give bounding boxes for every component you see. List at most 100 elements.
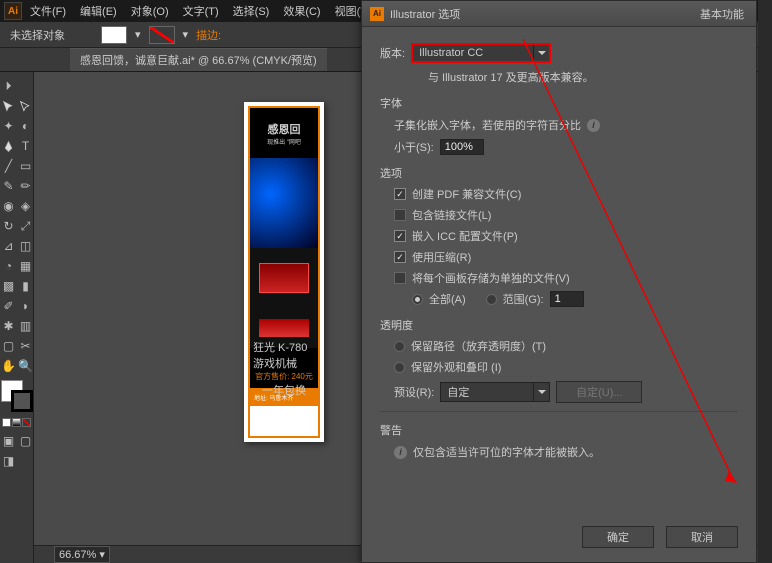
right-panel-strip[interactable] [758,0,772,563]
zoom-tool[interactable]: 🔍 [17,356,34,376]
warnings-heading: 警告 [380,422,738,438]
use-compression-checkbox[interactable] [394,251,406,263]
toolbox: ⏵ ✦ ◐ T ╱ ▭ ✎ ✏ ◉ ◈ ↻ ⤢ ⊿ [0,72,34,563]
blend-tool[interactable]: ◗ [17,296,34,316]
magic-wand-tool[interactable]: ✦ [0,116,17,136]
preserve-paths-label: 保留路径（放弃透明度）(T) [411,338,546,354]
fonts-subset-text: 子集化嵌入字体，若使用的字符百分比 [394,117,581,133]
mesh-tool[interactable]: ▩ [0,276,17,296]
illustrator-options-dialog: Ai Illustrator 选项 版本: Illustrator CC 与 I… [361,0,757,563]
save-artboards-label: 将每个画板存储为单独的文件(V) [412,270,570,286]
info-icon[interactable]: i [587,119,600,132]
paintbrush-tool[interactable]: ✎ [0,176,17,196]
fill-stroke-swatches[interactable] [1,380,33,412]
save-artboards-checkbox [394,272,406,284]
screen-mode-full[interactable]: ▢ [17,431,34,451]
preset-label: 预设(R): [394,384,434,400]
rectangle-tool[interactable]: ▭ [17,156,34,176]
line-tool[interactable]: ╱ [0,156,17,176]
chevron-down-icon[interactable] [533,45,549,61]
width-tool[interactable]: ⊿ [0,236,17,256]
hand-tool[interactable]: ✋ [0,356,17,376]
pen-tool[interactable] [0,136,17,156]
scale-tool[interactable]: ⤢ [17,216,34,236]
stroke-label: 描边: [196,27,221,43]
fonts-percent-input[interactable]: 100% [440,139,484,155]
free-transform-tool[interactable]: ◫ [17,236,34,256]
range-artboards-label: 范围(G): [503,291,544,307]
preserve-appearance-radio [394,362,405,373]
screen-mode-normal[interactable]: ▣ [0,431,17,451]
preset-dropdown: 自定 [440,382,550,402]
rotate-tool[interactable]: ↻ [0,216,17,236]
document-tab[interactable]: 感恩回馈，诚意巨献.ai* @ 66.67% (CMYK/预览) [70,48,327,71]
symbol-sprayer-tool[interactable]: ✱ [0,316,17,336]
pdf-compatible-checkbox[interactable] [394,188,406,200]
gradient-mode-swatch[interactable] [12,418,21,427]
blob-brush-tool[interactable]: ◉ [0,196,17,216]
selection-tool[interactable] [0,96,17,116]
art-text-block: 狂光 K-780 游戏机械 官方售价: 240元 一年包换 [250,348,318,388]
tab-toggle-icon[interactable]: ⏵ [0,76,17,96]
shape-builder-tool[interactable]: ◔ [0,256,17,276]
gradient-tool[interactable]: ▮ [17,276,34,296]
info-icon: i [394,446,407,459]
eyedropper-tool[interactable]: ✐ [0,296,17,316]
dialog-icon: Ai [370,7,384,21]
options-heading: 选项 [380,165,738,181]
pencil-tool[interactable]: ✏ [17,176,34,196]
perspective-tool[interactable]: ▦ [17,256,34,276]
range-artboards-radio [486,294,497,305]
ok-button[interactable]: 确定 [582,526,654,548]
color-mode-swatch[interactable] [2,418,11,427]
range-input: 1 [550,291,584,307]
zoom-level[interactable]: 66.67% ▾ [54,546,110,563]
embed-icc-label: 嵌入 ICC 配置文件(P) [412,228,518,244]
fill-swatch[interactable] [101,26,127,44]
version-dropdown[interactable]: Illustrator CC [411,43,551,63]
direct-selection-tool[interactable] [17,96,34,116]
all-artboards-label: 全部(A) [429,291,466,307]
preserve-appearance-label: 保留外观和叠印 (I) [411,359,501,375]
stroke-color[interactable] [11,390,33,412]
art-subtitle: 现推出 "网吧 [267,137,301,146]
embed-icc-checkbox[interactable] [394,230,406,242]
warning-text: 仅包含适当许可位的字体才能被嵌入。 [413,444,600,460]
use-compression-label: 使用压缩(R) [412,249,471,265]
include-linked-label: 包含链接文件(L) [412,207,491,223]
chevron-down-icon [533,383,549,401]
fonts-less-than-label: 小于(S): [394,139,434,155]
fill-dropdown-arrow[interactable]: ▾ [135,28,141,41]
art-title: 感恩回 [268,121,301,137]
menu-object[interactable]: 对象(O) [125,1,175,21]
stroke-dropdown-arrow[interactable]: ▾ [183,28,189,41]
app-logo: Ai [4,2,22,20]
transparency-heading: 透明度 [380,317,738,333]
draw-mode[interactable]: ◨ [0,451,17,471]
eraser-tool[interactable]: ◈ [17,196,34,216]
menu-select[interactable]: 选择(S) [227,1,276,21]
art-graphic [250,158,318,248]
slice-tool[interactable]: ✂ [17,336,34,356]
none-mode-swatch[interactable] [22,418,31,427]
workspace-label[interactable]: 基本功能 [700,6,744,22]
artboard-tool[interactable]: ▢ [0,336,17,356]
menu-effect[interactable]: 效果(C) [277,1,326,21]
graph-tool[interactable]: ▥ [17,316,34,336]
preserve-paths-radio [394,341,405,352]
fonts-heading: 字体 [380,95,738,111]
stroke-none-swatch[interactable] [149,26,175,44]
lasso-tool[interactable]: ◐ [17,116,34,136]
menu-file[interactable]: 文件(F) [24,1,72,21]
artboard: 感恩回 现推出 "网吧 狂光 K-780 游戏机械 官方售价: 240元 一年包… [244,102,324,442]
cancel-button[interactable]: 取消 [666,526,738,548]
all-artboards-radio [412,294,423,305]
pdf-compatible-label: 创建 PDF 兼容文件(C) [412,186,521,202]
dialog-titlebar[interactable]: Ai Illustrator 选项 [362,1,756,27]
type-tool[interactable]: T [17,136,34,156]
menu-edit[interactable]: 编辑(E) [74,1,123,21]
include-linked-checkbox [394,209,406,221]
dialog-title: Illustrator 选项 [390,6,460,22]
version-label: 版本: [380,45,405,61]
menu-type[interactable]: 文字(T) [177,1,225,21]
